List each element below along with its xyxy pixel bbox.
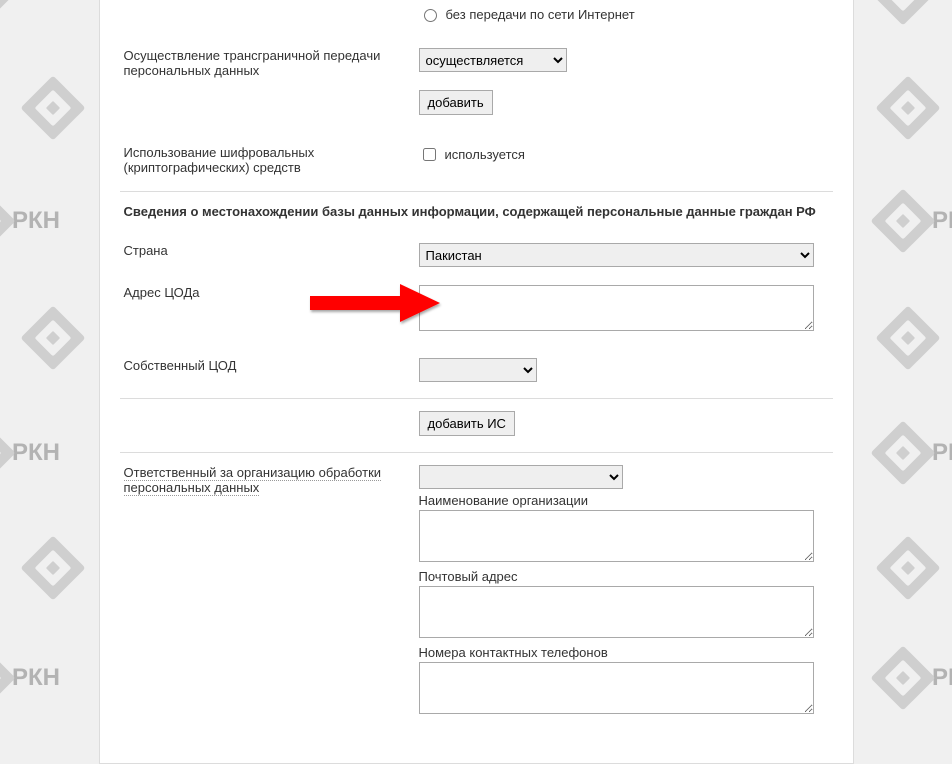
crossborder-label: Осуществление трансграничной передачи пе…: [124, 48, 381, 78]
phones-input[interactable]: [419, 662, 814, 714]
form-panel: без передачи по сети Интернет Осуществле…: [99, 0, 854, 764]
org-name-caption: Наименование организации: [419, 493, 829, 508]
post-addr-caption: Почтовый адрес: [419, 569, 829, 584]
crypto-checkbox-label: используется: [445, 147, 525, 162]
db-location-heading: Сведения о местонахождении базы данных и…: [120, 198, 833, 225]
post-addr-input[interactable]: [419, 586, 814, 638]
country-select[interactable]: Пакистан: [419, 243, 814, 267]
crossborder-add-button[interactable]: добавить: [419, 90, 493, 115]
no-internet-radio[interactable]: [424, 9, 437, 22]
dc-address-input[interactable]: [419, 285, 814, 331]
org-name-input[interactable]: [419, 510, 814, 562]
responsible-label: Ответственный за организацию обработки п…: [124, 465, 382, 496]
dc-address-label: Адрес ЦОДа: [124, 285, 200, 300]
country-label: Страна: [124, 243, 168, 258]
add-is-button[interactable]: добавить ИС: [419, 411, 515, 436]
no-internet-radio-label: без передачи по сети Интернет: [446, 7, 635, 22]
crypto-label: Использование шифровальных (криптографич…: [124, 145, 315, 175]
own-dc-label: Собственный ЦОД: [124, 358, 237, 373]
crossborder-select[interactable]: осуществляется: [419, 48, 567, 72]
phones-caption: Номера контактных телефонов: [419, 645, 829, 660]
own-dc-select[interactable]: [419, 358, 537, 382]
crypto-checkbox[interactable]: [423, 148, 436, 161]
responsible-org-select[interactable]: [419, 465, 623, 489]
